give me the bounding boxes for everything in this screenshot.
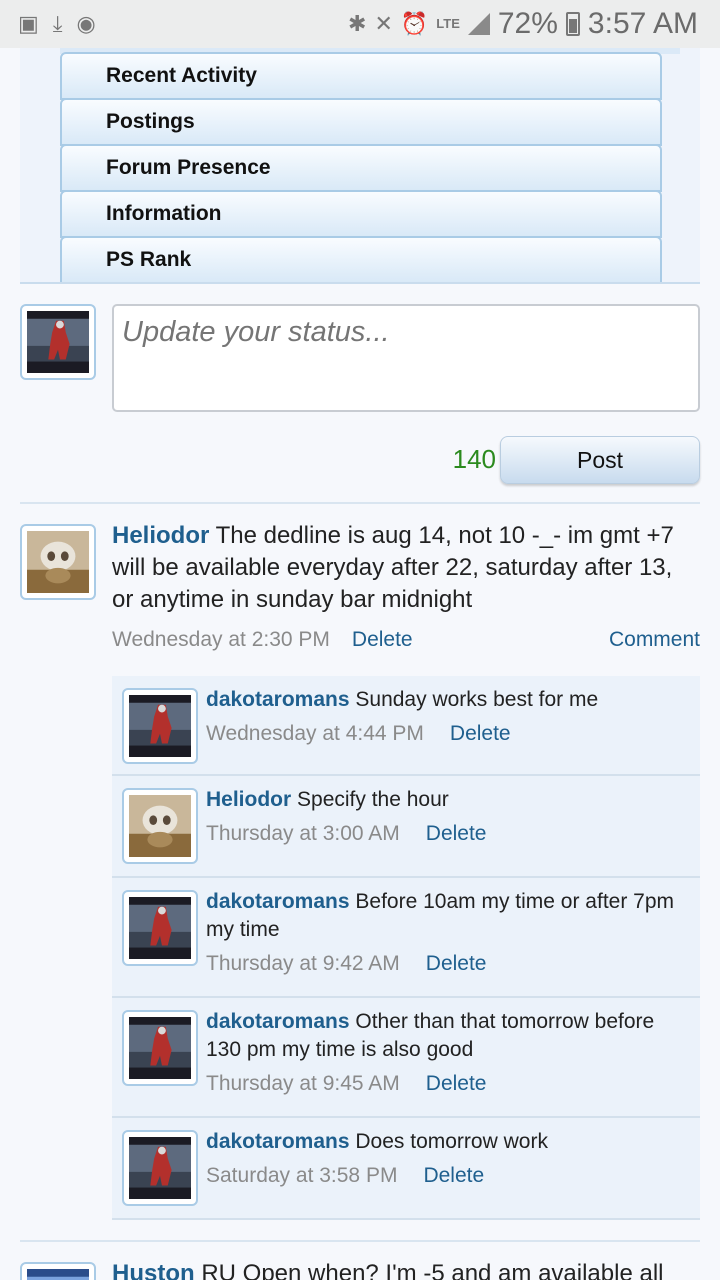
avatar-image bbox=[129, 897, 191, 959]
comment-avatar[interactable] bbox=[122, 1130, 198, 1206]
comment-link[interactable]: Comment bbox=[609, 628, 700, 652]
avatar-image bbox=[27, 311, 89, 373]
avatar-image bbox=[129, 695, 191, 757]
comment-text: dakotaromans Other than that tomorrow be… bbox=[112, 998, 700, 1064]
delete-link[interactable]: Delete bbox=[352, 628, 413, 652]
battery-icon bbox=[565, 12, 580, 36]
profile-tabs: Recent Activity Postings Forum Presence … bbox=[20, 48, 700, 284]
comment-username[interactable]: dakotaromans bbox=[206, 1010, 350, 1033]
comment-avatar[interactable] bbox=[122, 890, 198, 966]
delete-link[interactable]: Delete bbox=[426, 822, 487, 846]
lte-icon: LTE bbox=[436, 16, 460, 31]
post-text: Huston RU Open when? I'm -5 and am avail… bbox=[112, 1258, 700, 1280]
comment-meta: Thursday at 9:45 AM Delete bbox=[112, 1064, 700, 1110]
status-input[interactable] bbox=[112, 304, 700, 412]
tab-postings[interactable]: Postings bbox=[60, 98, 662, 146]
comment-avatar[interactable] bbox=[122, 788, 198, 864]
divider bbox=[20, 502, 700, 504]
comment-timestamp[interactable]: Saturday at 3:58 PM bbox=[206, 1164, 397, 1188]
post-button[interactable]: Post bbox=[500, 436, 700, 484]
comment-text: dakotaromans Does tomorrow work bbox=[112, 1118, 700, 1156]
spotify-icon: ◉ bbox=[76, 11, 96, 36]
clock: 3:57 AM bbox=[587, 7, 698, 40]
comment-text: Heliodor Specify the hour bbox=[112, 776, 700, 814]
delete-link[interactable]: Delete bbox=[426, 1072, 487, 1096]
comment-item: dakotaromans Sunday works best for me We… bbox=[112, 676, 700, 776]
delete-link[interactable]: Delete bbox=[423, 1164, 484, 1188]
comment-item: Heliodor Specify the hour Thursday at 3:… bbox=[112, 776, 700, 878]
comment-username[interactable]: dakotaromans bbox=[206, 1130, 350, 1153]
comment-message: Sunday works best for me bbox=[355, 688, 599, 711]
post-avatar[interactable] bbox=[20, 1262, 96, 1280]
comment-timestamp[interactable]: Wednesday at 4:44 PM bbox=[206, 722, 424, 746]
gallery-icon: ▣ bbox=[18, 11, 39, 36]
comment-timestamp[interactable]: Thursday at 9:45 AM bbox=[206, 1072, 400, 1096]
comment-list: dakotaromans Sunday works best for me We… bbox=[112, 676, 700, 1220]
post-username[interactable]: Heliodor bbox=[112, 522, 209, 549]
my-avatar[interactable] bbox=[20, 304, 96, 380]
bluetooth-icon: ✱ bbox=[348, 11, 367, 36]
comment-timestamp[interactable]: Thursday at 9:42 AM bbox=[206, 952, 400, 976]
comment-text: dakotaromans Before 10am my time or afte… bbox=[112, 878, 700, 944]
post-meta: Wednesday at 2:30 PM Delete Comment bbox=[112, 628, 700, 652]
avatar-image bbox=[129, 795, 191, 857]
tab-recent-activity[interactable]: Recent Activity bbox=[60, 52, 662, 100]
post-avatar[interactable] bbox=[20, 524, 96, 600]
delete-link[interactable]: Delete bbox=[450, 722, 511, 746]
comment-message: Specify the hour bbox=[297, 788, 449, 811]
comment-timestamp[interactable]: Thursday at 3:00 AM bbox=[206, 822, 400, 846]
alarm-icon: ⏰ bbox=[400, 11, 429, 36]
comment-text: dakotaromans Sunday works best for me bbox=[112, 676, 700, 714]
avatar-image bbox=[129, 1137, 191, 1199]
post-timestamp[interactable]: Wednesday at 2:30 PM bbox=[112, 628, 330, 652]
status-bar: ▣ ⤓ ◉ ✱ ✕ ⏰ LTE 72% 3:57 AM bbox=[0, 0, 720, 48]
tab-information[interactable]: Information bbox=[60, 190, 662, 238]
comment-meta: Saturday at 3:58 PM Delete bbox=[112, 1156, 700, 1202]
post-username[interactable]: Huston bbox=[112, 1260, 195, 1280]
download-icon: ⤓ bbox=[52, 11, 63, 36]
avatar-image bbox=[27, 1269, 89, 1280]
avatar-image bbox=[129, 1017, 191, 1079]
comment-username[interactable]: dakotaromans bbox=[206, 890, 350, 913]
comment-avatar[interactable] bbox=[122, 1010, 198, 1086]
delete-link[interactable]: Delete bbox=[426, 952, 487, 976]
comment-username[interactable]: Heliodor bbox=[206, 788, 291, 811]
mute-icon: ✕ bbox=[374, 11, 393, 36]
comment-username[interactable]: dakotaromans bbox=[206, 688, 350, 711]
tab-ps-rank[interactable]: PS Rank bbox=[60, 236, 662, 282]
comment-message: Does tomorrow work bbox=[355, 1130, 548, 1153]
post-text: Heliodor The dedline is aug 14, not 10 -… bbox=[112, 520, 700, 616]
comment-avatar[interactable] bbox=[122, 688, 198, 764]
post-message: RU Open when? I'm -5 and am available al… bbox=[201, 1260, 664, 1280]
comment-meta: Thursday at 3:00 AM Delete bbox=[112, 814, 700, 860]
signal-icon bbox=[467, 13, 490, 35]
avatar-image bbox=[27, 531, 89, 593]
tab-forum-presence[interactable]: Forum Presence bbox=[60, 144, 662, 192]
battery-percent: 72% bbox=[497, 7, 558, 40]
divider bbox=[20, 1240, 700, 1242]
comment-item: dakotaromans Before 10am my time or afte… bbox=[112, 878, 700, 998]
comment-meta: Wednesday at 4:44 PM Delete bbox=[112, 714, 700, 760]
char-counter: 140 bbox=[452, 444, 496, 474]
comment-item: dakotaromans Other than that tomorrow be… bbox=[112, 998, 700, 1118]
comment-item: dakotaromans Does tomorrow work Saturday… bbox=[112, 1118, 700, 1220]
comment-meta: Thursday at 9:42 AM Delete bbox=[112, 944, 700, 990]
